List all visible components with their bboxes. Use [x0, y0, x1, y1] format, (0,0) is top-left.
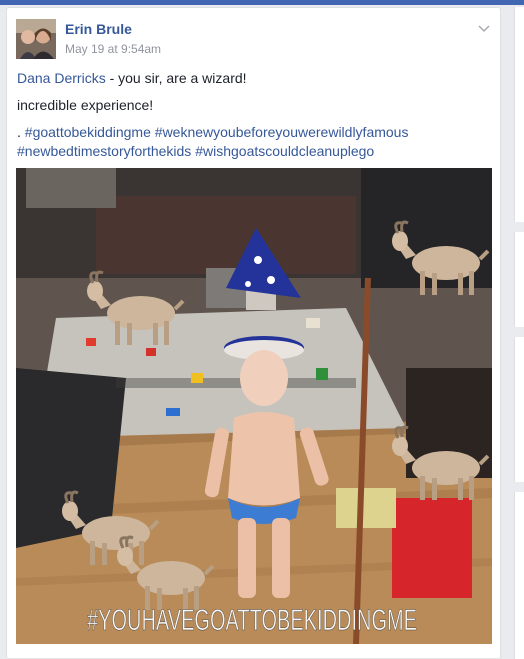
photo-hashtag-overlay: #YOUHAVEGOATTOBEKIDDINGME: [87, 604, 417, 637]
post-author-name[interactable]: Erin Brule: [65, 21, 132, 37]
hashtag-line-1: . #goattobekiddingme #weknewyoubeforeyou…: [17, 123, 497, 142]
post-photo[interactable]: #YOUHAVEGOATTOBEKIDDINGME: [16, 168, 492, 644]
top-nav-bar: [0, 0, 524, 5]
right-column-card: [514, 232, 524, 327]
chevron-down-icon: [478, 25, 490, 33]
right-column-card: [514, 7, 524, 222]
hashtag-link[interactable]: #goattobekiddingme: [25, 124, 151, 140]
post-options-button[interactable]: [478, 20, 490, 38]
feed-post: Erin Brule May 19 at 9:54am Dana Derrick…: [6, 7, 502, 659]
hashtag-link[interactable]: #weknewyoubeforeyouwerewildlyfamous: [155, 124, 409, 140]
avatar[interactable]: [16, 19, 56, 59]
hashtag-line-2: #newbedtimestoryforthekids #wishgoatscou…: [17, 142, 497, 161]
mention-link[interactable]: Dana Derricks: [17, 70, 106, 86]
tag-prefix: .: [17, 124, 25, 140]
post-text: Dana Derricks - you sir, are a wizard! i…: [17, 69, 497, 161]
right-column-card: [514, 337, 524, 482]
hashtag-link[interactable]: #wishgoatscouldcleanuplego: [195, 143, 374, 159]
post-timestamp[interactable]: May 19 at 9:54am: [65, 42, 161, 56]
right-column-card: [514, 492, 524, 659]
post-line-2: incredible experience!: [17, 97, 154, 113]
post-line-1-text: - you sir, are a wizard!: [105, 70, 247, 86]
post-line-1: Dana Derricks - you sir, are a wizard!: [17, 69, 497, 88]
hashtag-link[interactable]: #newbedtimestoryforthekids: [17, 143, 191, 159]
